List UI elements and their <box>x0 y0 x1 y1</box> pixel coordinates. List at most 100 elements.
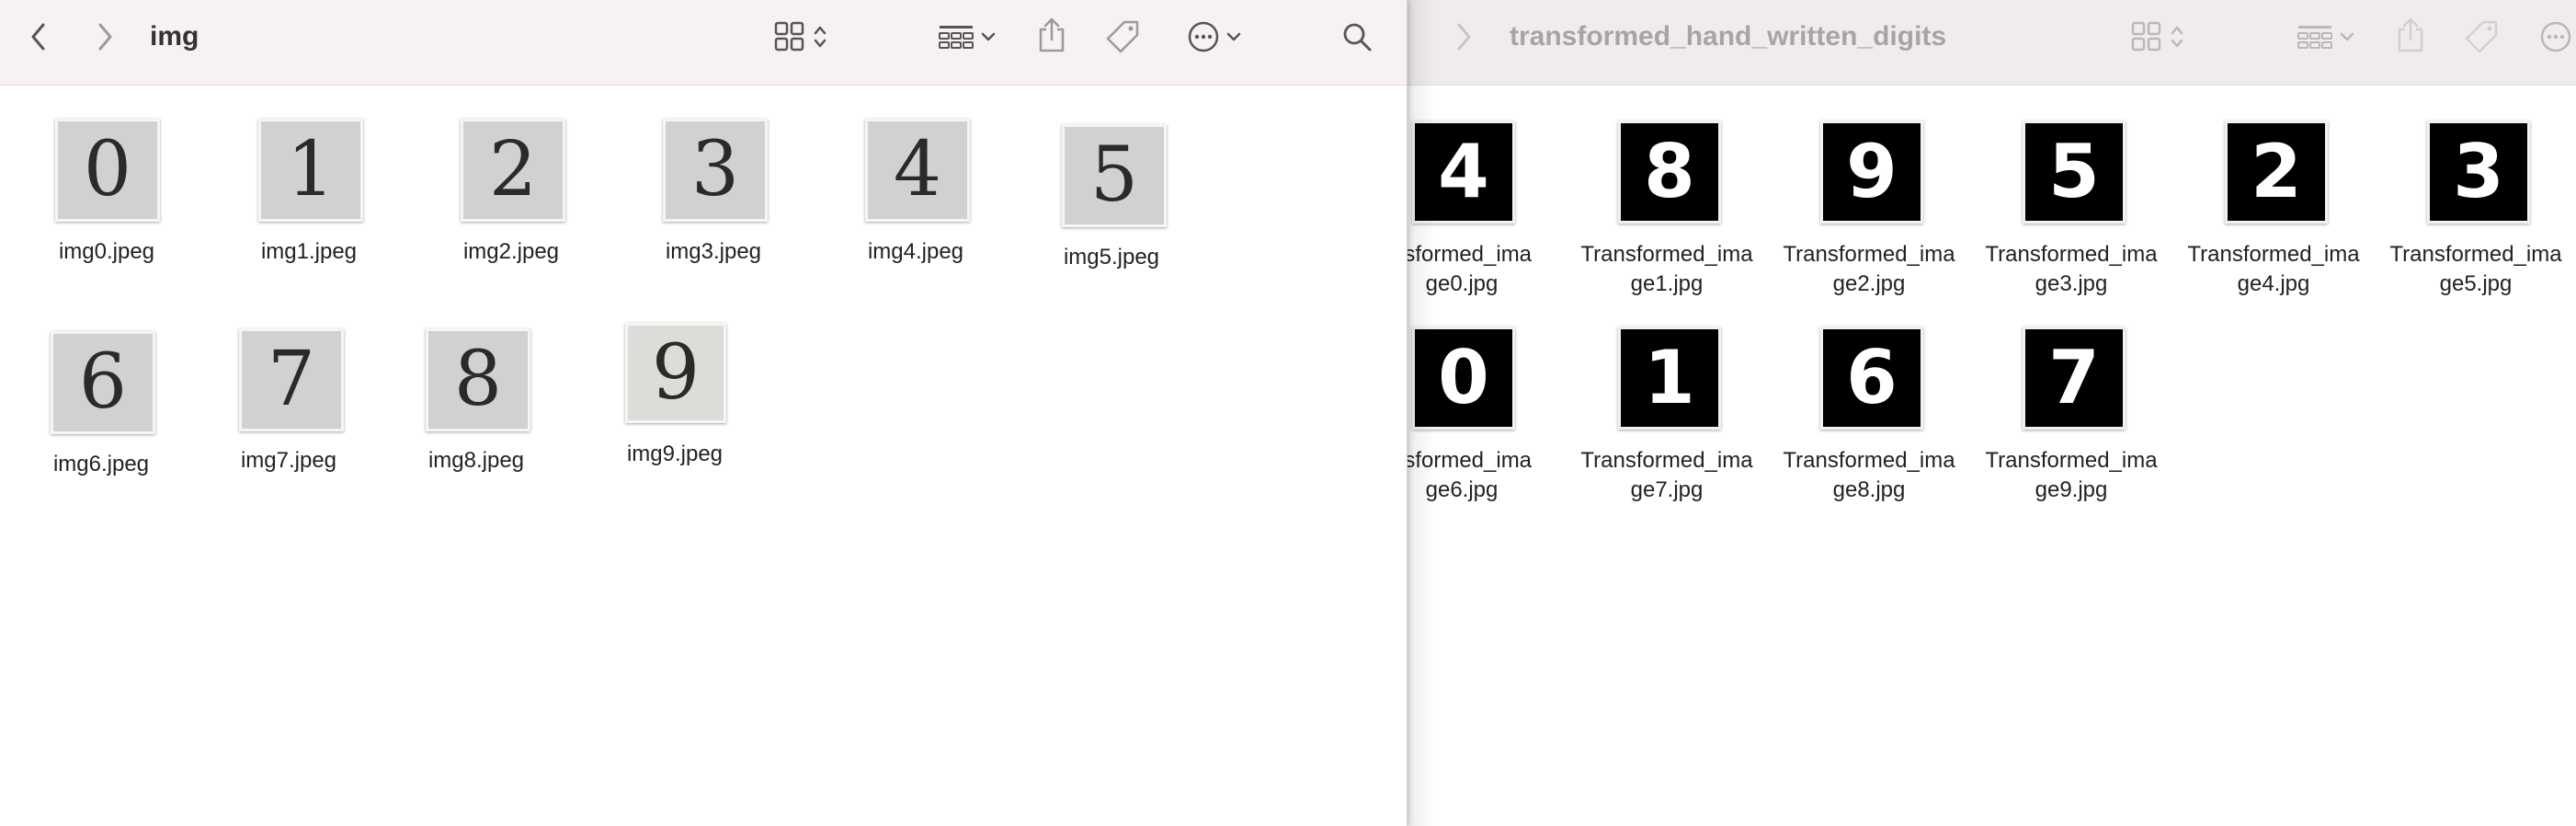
file-name-line1: nsformed_ima <box>1407 448 1533 473</box>
file-name: Transformed_ima ge8.jpg <box>1768 446 1970 505</box>
file-name: nsformed_ima ge0.jpg <box>1407 240 1563 299</box>
chevron-down-icon <box>1225 31 1242 42</box>
thumbnail: 5 <box>2023 120 2126 224</box>
file-name: img3.jpeg <box>665 239 762 264</box>
file-name: img7.jpeg <box>240 448 337 473</box>
thumbnail: 4 <box>1412 120 1515 224</box>
grid-view-icon <box>774 21 805 52</box>
group-by-button[interactable] <box>2291 18 2361 55</box>
file-name-line2: ge4.jpg <box>2237 271 2310 296</box>
file-name-line2: ge0.jpg <box>1425 271 1499 296</box>
grid-view-icon <box>2131 21 2162 52</box>
file-name: Transformed_ima ge5.jpg <box>2375 240 2576 299</box>
group-by-button[interactable] <box>932 18 1002 55</box>
file-name-line1: Transformed_ima <box>1783 242 1955 267</box>
thumbnail: 2 <box>461 119 565 222</box>
up-down-chevron-icon <box>813 23 827 51</box>
share-button[interactable] <box>2390 15 2431 55</box>
thumbnail: 3 <box>2427 120 2530 224</box>
file-name-line1: Transformed_ima <box>1985 242 2158 267</box>
thumbnail: 6 <box>1820 327 1923 430</box>
chevron-left-icon <box>29 22 48 52</box>
file-name: img0.jpeg <box>58 239 155 264</box>
file-name: img4.jpeg <box>867 239 964 264</box>
group-by-icon <box>938 23 975 51</box>
thumbnail: 2 <box>2225 120 2328 224</box>
file-name-line2: ge1.jpg <box>1630 271 1704 296</box>
forward-button[interactable] <box>88 20 121 53</box>
thumbnail: 0 <box>55 119 160 222</box>
file-name-line1: Transformed_ima <box>2389 242 2562 267</box>
chevron-right-icon <box>1454 22 1473 52</box>
file-name: img1.jpeg <box>260 239 358 264</box>
thumbnail: 9 <box>625 323 726 423</box>
chevron-down-icon <box>980 31 997 42</box>
window-title: img <box>150 21 199 52</box>
file-name-line1: Transformed_ima <box>2187 242 2360 267</box>
file-name: img9.jpeg <box>626 442 724 466</box>
thumbnail: 6 <box>51 331 155 434</box>
back-button[interactable] <box>22 20 55 53</box>
file-name-line2: ge7.jpg <box>1630 477 1704 502</box>
toolbar: img <box>0 0 1407 86</box>
chevron-right-icon <box>96 22 114 52</box>
thumbnail: 8 <box>1618 120 1721 224</box>
thumbnail: 7 <box>239 328 344 431</box>
window-title: transformed_hand_written_digits <box>1510 21 1947 52</box>
thumbnail: 8 <box>426 328 530 431</box>
search-button[interactable] <box>1339 18 1375 55</box>
file-name: img8.jpeg <box>427 448 525 473</box>
thumbnail: 9 <box>1820 120 1923 224</box>
file-name: Transformed_ima ge1.jpg <box>1566 240 1768 299</box>
ellipsis-circle-icon <box>2539 20 2572 53</box>
toolbar: transformed_hand_written_digits <box>1407 0 2576 86</box>
share-icon <box>2396 17 2425 53</box>
file-name: Transformed_ima ge3.jpg <box>1970 240 2172 299</box>
file-grid: 0 img0.jpeg 1 img1.jpeg 2 img2.jpeg 3 im… <box>0 85 1407 826</box>
thumbnail: 4 <box>865 119 970 222</box>
search-icon <box>1341 21 1373 52</box>
thumbnail: 7 <box>2023 327 2126 430</box>
finder-window-img: img 0 img0.jpeg 1 img1.jpeg 2 img2.jpeg … <box>0 0 1408 826</box>
tag-icon <box>2463 18 2500 55</box>
file-name-line1: Transformed_ima <box>1580 242 1753 267</box>
chevron-down-icon <box>2339 31 2355 42</box>
more-actions-button[interactable] <box>1180 18 1248 55</box>
file-name: img5.jpeg <box>1063 245 1160 270</box>
thumbnail: 3 <box>663 119 768 222</box>
file-name-line2: ge6.jpg <box>1425 477 1499 502</box>
view-mode-button[interactable] <box>2126 18 2190 55</box>
group-by-icon <box>2297 23 2333 51</box>
thumbnail: 1 <box>258 119 363 222</box>
tag-button[interactable] <box>2460 17 2502 57</box>
file-name-line2: ge9.jpg <box>2035 477 2108 502</box>
file-name-line2: ge8.jpg <box>1832 477 1906 502</box>
file-name-line1: nsformed_ima <box>1407 242 1533 267</box>
file-name-line1: Transformed_ima <box>1985 448 2158 473</box>
thumbnail: 0 <box>1412 327 1515 430</box>
file-name: img2.jpeg <box>462 239 560 264</box>
file-name: Transformed_ima ge7.jpg <box>1566 446 1768 505</box>
share-button[interactable] <box>1032 15 1072 55</box>
thumbnail: 1 <box>1618 327 1721 430</box>
file-name-line1: Transformed_ima <box>1783 448 1955 473</box>
forward-button[interactable] <box>1447 20 1480 53</box>
view-mode-button[interactable] <box>769 18 833 55</box>
share-icon <box>1037 17 1066 53</box>
ellipsis-circle-icon <box>1187 20 1220 53</box>
file-name: Transformed_ima ge4.jpg <box>2172 240 2375 299</box>
file-name-line2: ge3.jpg <box>2035 271 2108 296</box>
file-name-line1: Transformed_ima <box>1580 448 1753 473</box>
thumbnail: 5 <box>1062 124 1167 227</box>
file-name: nsformed_ima ge6.jpg <box>1407 446 1563 505</box>
file-name: img6.jpeg <box>52 452 150 476</box>
up-down-chevron-icon <box>2170 23 2184 51</box>
file-grid: 4 nsformed_ima ge0.jpg 8 Transformed_ima… <box>1407 85 2576 826</box>
tag-button[interactable] <box>1101 17 1144 57</box>
file-name-line2: ge5.jpg <box>2439 271 2513 296</box>
finder-window-transformed: transformed_hand_written_digits 4 sforme… <box>1407 0 2576 826</box>
tag-icon <box>1104 18 1141 55</box>
file-name: Transformed_ima ge9.jpg <box>1970 446 2172 505</box>
file-name: Transformed_ima ge2.jpg <box>1768 240 1970 299</box>
more-actions-button[interactable] <box>2539 18 2576 55</box>
